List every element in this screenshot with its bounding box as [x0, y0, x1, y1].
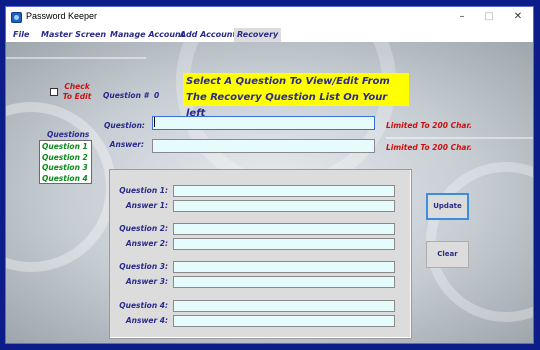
panel-question-3-label: Question 3:: [119, 262, 168, 271]
panel-question-4-label: Question 4:: [119, 301, 168, 310]
menu-master-screen[interactable]: Master Screen: [38, 28, 109, 42]
panel-question-2-label: Question 2:: [119, 224, 168, 233]
panel-question-1-input[interactable]: [173, 185, 395, 197]
background-decoration: [6, 102, 116, 272]
edit-checkbox-label: Check To Edit: [62, 82, 92, 101]
panel-answer-1-label: Answer 1:: [125, 201, 168, 210]
panel-answer-2-label: Answer 2:: [125, 239, 168, 248]
instruction-line-1: Select A Question To View/Edit From: [186, 76, 390, 87]
panel-answer-3-label: Answer 3:: [125, 277, 168, 286]
question-number-value: 0: [153, 91, 160, 100]
update-button[interactable]: Update: [426, 193, 469, 220]
menu-manage-account[interactable]: Manage Account: [107, 28, 188, 42]
window-title: Password Keeper: [26, 11, 98, 21]
answer-input[interactable]: [152, 139, 375, 153]
recovery-screen: Check To Edit Question # 0 Select A Ques…: [6, 42, 533, 343]
list-item[interactable]: Question 3: [42, 163, 89, 174]
panel-answer-4-input[interactable]: [173, 315, 395, 327]
list-item[interactable]: Question 1: [42, 142, 89, 153]
question-input[interactable]: [152, 116, 375, 130]
text-cursor: [154, 117, 155, 127]
menu-recovery[interactable]: Recovery: [234, 28, 282, 42]
question-field-label: Question:: [104, 121, 145, 130]
panel-question-2-input[interactable]: [173, 223, 395, 235]
answer-limit-note: Limited To 200 Char.: [386, 143, 472, 152]
questions-list[interactable]: Question 1 Question 2 Question 3 Questio…: [39, 140, 92, 184]
menu-add-account[interactable]: Add Account: [177, 28, 239, 42]
questions-list-title: Questions: [47, 130, 90, 139]
instruction-banner: Select A Question To View/Edit From The …: [183, 73, 409, 119]
panel-answer-4-label: Answer 4:: [125, 316, 168, 325]
question-number: Question # 0: [103, 91, 159, 100]
panel-answer-2-input[interactable]: [173, 238, 395, 250]
answer-field-label: Answer:: [109, 140, 144, 149]
questions-panel: Question 1: Answer 1: Question 2: Answer…: [109, 169, 412, 339]
list-item[interactable]: Question 2: [42, 153, 89, 164]
panel-answer-1-input[interactable]: [173, 200, 395, 212]
panel-answer-3-input[interactable]: [173, 276, 395, 288]
question-limit-note: Limited To 200 Char.: [386, 121, 472, 130]
minimize-button[interactable]: –: [449, 9, 475, 25]
app-window: Password Keeper – □ ✕ File Master Screen…: [5, 6, 534, 344]
title-bar: Password Keeper – □ ✕: [6, 7, 533, 28]
panel-question-4-input[interactable]: [173, 300, 395, 312]
panel-question-1-label: Question 1:: [119, 186, 168, 195]
clear-button[interactable]: Clear: [426, 241, 469, 268]
background-decoration: [6, 57, 146, 59]
app-logo-icon: [11, 12, 22, 23]
menu-bar: File Master Screen Manage Account Add Ac…: [6, 28, 533, 42]
maximize-button[interactable]: □: [476, 9, 502, 25]
question-number-label: Question #: [103, 91, 149, 100]
edit-checkbox[interactable]: [50, 88, 58, 96]
background-decoration: [386, 137, 533, 139]
close-button[interactable]: ✕: [505, 9, 531, 25]
list-item[interactable]: Question 4: [42, 174, 89, 185]
menu-file[interactable]: File: [10, 28, 32, 42]
panel-question-3-input[interactable]: [173, 261, 395, 273]
